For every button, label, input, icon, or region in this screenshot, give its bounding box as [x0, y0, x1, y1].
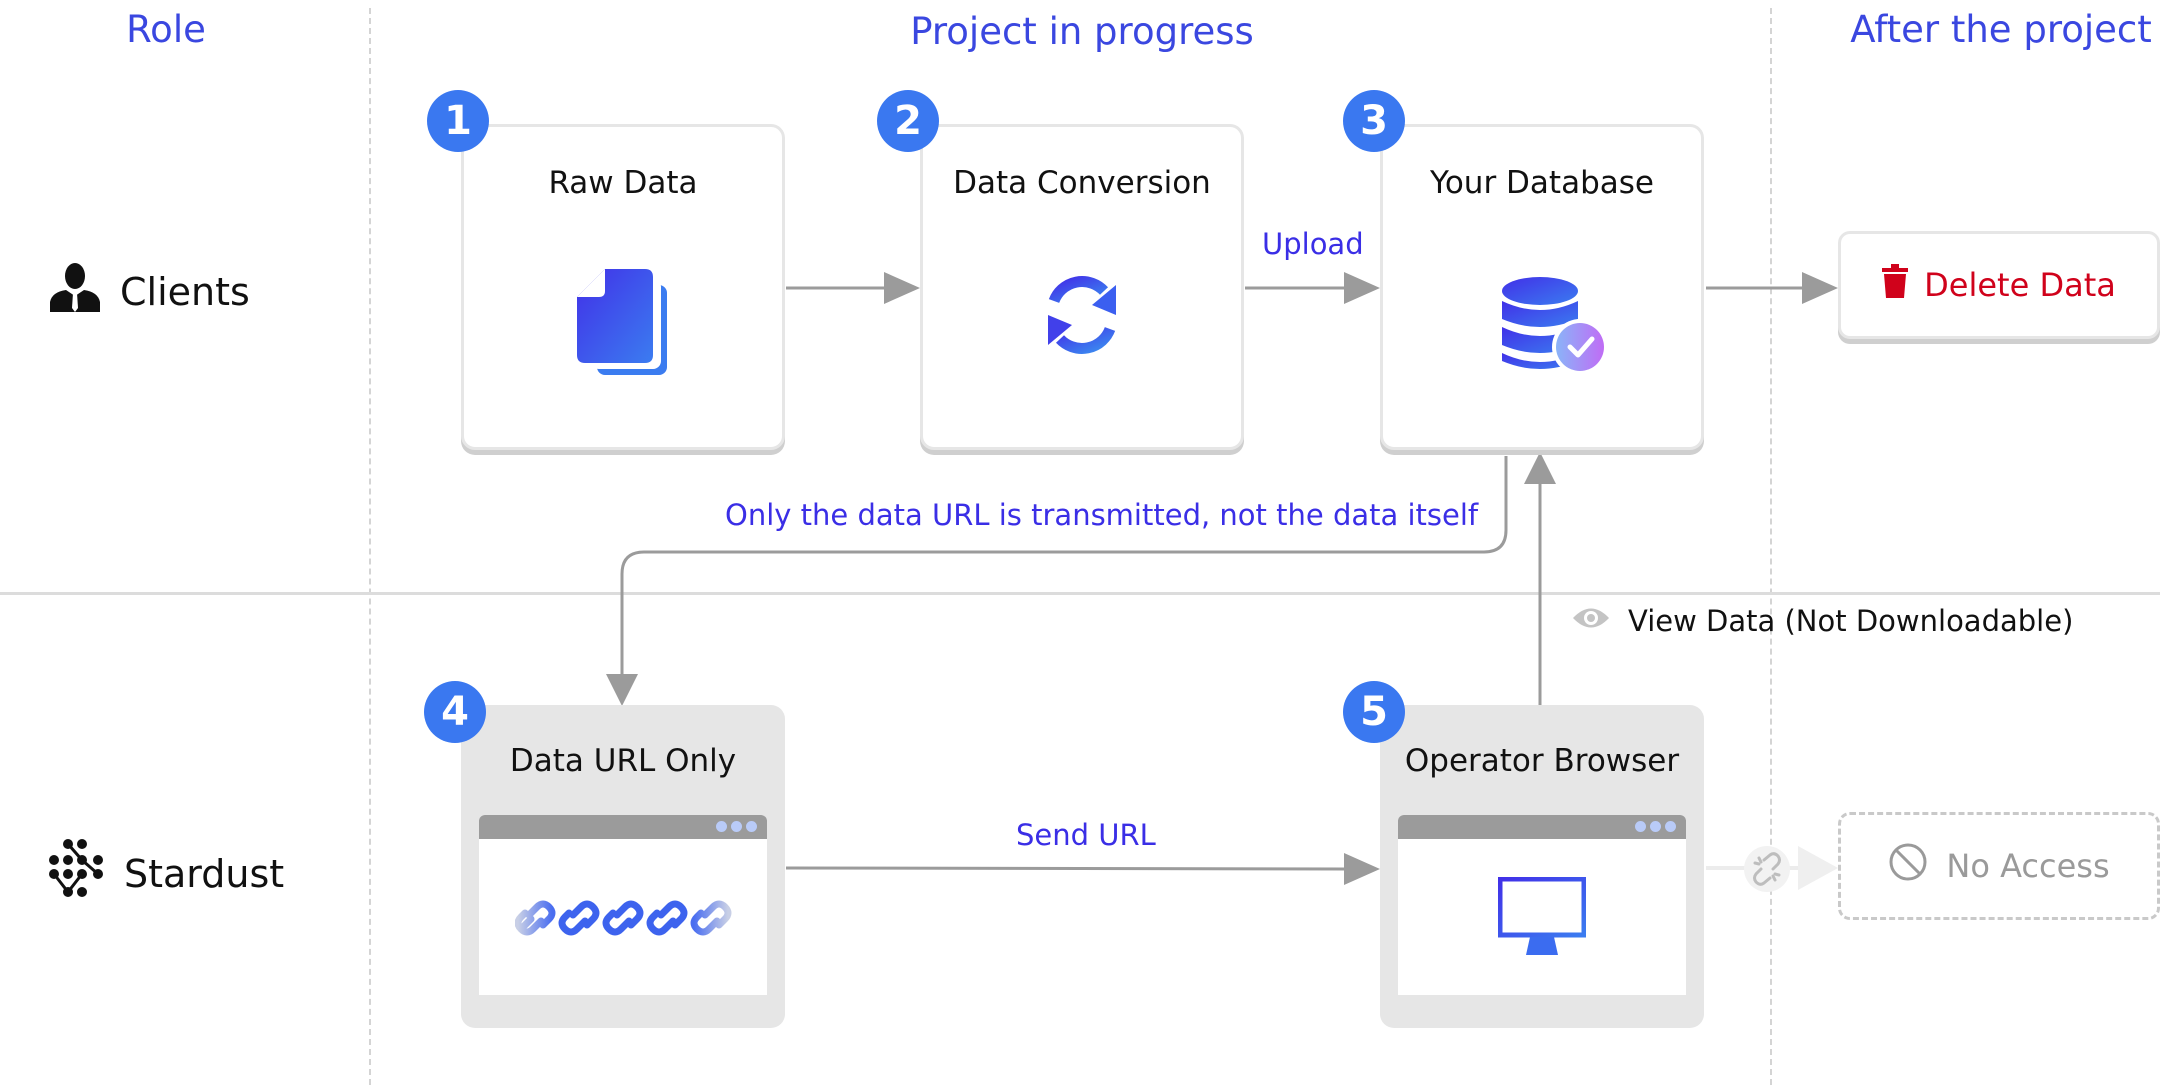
role-clients: Clients [48, 262, 250, 321]
send-url-label: Send URL [1016, 818, 1156, 852]
step-badge: 3 [1343, 90, 1405, 152]
arrow-url-to-browser [785, 853, 1380, 885]
url-only-note: Only the data URL is transmitted, not th… [725, 498, 1479, 532]
step-title: Operator Browser [1404, 743, 1680, 779]
step-title: Data Conversion [953, 165, 1211, 201]
role-label: Stardust [124, 851, 285, 896]
step-card-your-database[interactable]: Your Database [1380, 124, 1704, 450]
documents-icon [575, 267, 671, 381]
delete-data-label: Delete Data [1924, 266, 2116, 304]
view-data-label: View Data (Not Downloadable) [1628, 604, 2074, 638]
arrow-raw-to-conversion [786, 272, 920, 304]
eye-icon [1572, 604, 1610, 638]
sync-icon [1042, 275, 1122, 359]
step-badge: 5 [1343, 681, 1405, 743]
step-title: Data URL Only [509, 743, 737, 779]
prohibited-icon [1888, 842, 1928, 890]
no-access-label: No Access [1946, 847, 2110, 885]
arrow-conversion-to-database [1245, 272, 1380, 304]
step-badge: 4 [424, 681, 486, 743]
arrow-database-to-url [606, 456, 1508, 706]
role-label: Clients [120, 269, 250, 314]
step-title: Raw Data [548, 165, 698, 201]
link-chain-icon [514, 891, 735, 945]
browser-title-bar [479, 815, 767, 839]
database-check-icon [1500, 275, 1610, 385]
browser-window [1398, 815, 1686, 995]
step-badge: 1 [427, 90, 489, 152]
step-card-operator-browser[interactable]: Operator Browser [1380, 705, 1704, 1028]
monitor-icon [1497, 876, 1587, 961]
step-card-raw-data[interactable]: Raw Data [461, 124, 785, 450]
step-badge: 2 [877, 90, 939, 152]
arrow-database-to-delete [1706, 272, 1838, 304]
role-stardust: Stardust [46, 838, 284, 909]
delete-data-button[interactable]: Delete Data [1838, 231, 2160, 339]
stardust-logo-icon [46, 838, 106, 909]
broken-link-icon [1744, 846, 1790, 892]
step-card-data-conversion[interactable]: Data Conversion [920, 124, 1244, 450]
no-access-box: No Access [1838, 812, 2160, 920]
browser-window [479, 815, 767, 995]
view-data-note: View Data (Not Downloadable) [1572, 604, 2073, 638]
browser-title-bar [1398, 815, 1686, 839]
upload-label: Upload [1262, 227, 1364, 261]
step-card-data-url-only[interactable]: Data URL Only [461, 705, 785, 1028]
user-icon [48, 262, 102, 321]
step-title: Your Database [1430, 165, 1654, 201]
arrow-browser-to-database [1524, 452, 1556, 705]
trash-icon [1882, 264, 1909, 306]
